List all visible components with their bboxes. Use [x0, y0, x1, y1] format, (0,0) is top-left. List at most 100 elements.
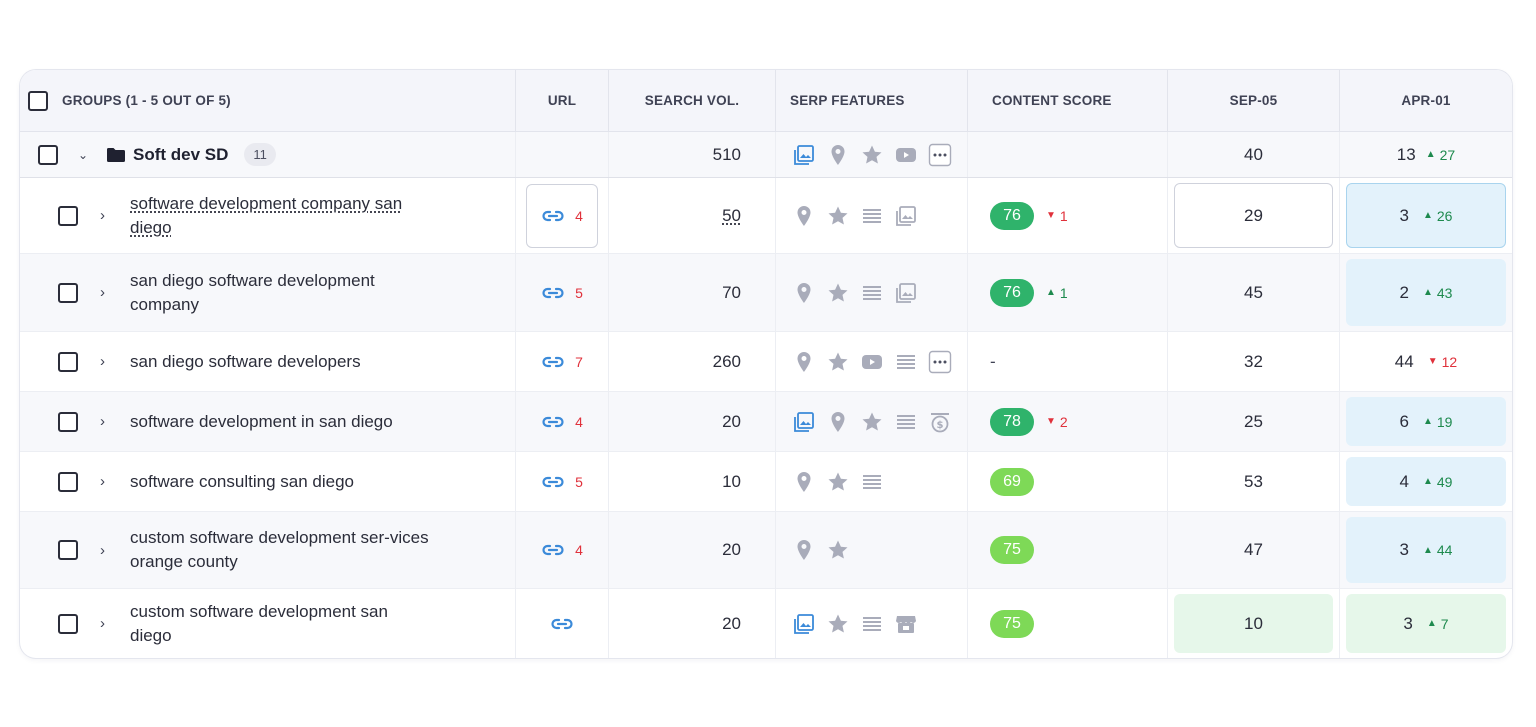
chevron-right-icon[interactable]: ›: [100, 615, 114, 632]
more-icon[interactable]: [928, 350, 952, 374]
content-score-cell: 69: [968, 452, 1168, 511]
apr-rank-delta-value: 7: [1440, 615, 1449, 632]
url-count: 4: [575, 542, 583, 558]
table-row[interactable]: › software consulting san diego 5 10 69 53 4 ▲ 4…: [20, 452, 1512, 512]
link-icon: [541, 538, 565, 562]
url-link[interactable]: 5: [541, 281, 583, 305]
row-checkbox[interactable]: [58, 351, 78, 372]
select-all-checkbox[interactable]: [28, 90, 48, 111]
table-row[interactable]: › san diego software development company 5…: [20, 254, 1512, 332]
row-checkbox[interactable]: [58, 540, 78, 560]
content-score-badge[interactable]: 75: [990, 609, 1034, 638]
content-score-badge[interactable]: 78: [990, 407, 1034, 436]
url-link[interactable]: 4: [526, 183, 598, 248]
apr-rank[interactable]: 4 ▲ 49: [1346, 457, 1506, 506]
apr-rank[interactable]: 6 ▲ 19: [1346, 397, 1506, 446]
location-pin-icon: [826, 410, 850, 434]
url-cell: 7: [516, 332, 609, 391]
row-checkbox[interactable]: [58, 205, 78, 226]
search-vol-value: 260: [712, 351, 741, 371]
row-checkbox[interactable]: [58, 411, 78, 432]
keyword-text[interactable]: san diego software developers: [130, 350, 430, 374]
row-checkbox[interactable]: [58, 613, 78, 634]
keyword-text[interactable]: custom software development ser-vices or…: [130, 526, 430, 574]
keyword-text[interactable]: software development company san diego: [130, 192, 430, 240]
content-score-cell: 75: [968, 589, 1168, 658]
apr-rank-value: 2: [1399, 282, 1409, 302]
sep-rank[interactable]: 25: [1174, 397, 1333, 446]
url-link[interactable]: 5: [541, 470, 583, 494]
sep-rank[interactable]: 32: [1174, 337, 1333, 386]
row-checkbox[interactable]: [58, 471, 78, 492]
sep-rank-cell: 10: [1168, 589, 1340, 658]
header-search-vol[interactable]: SEARCH VOL.: [609, 70, 776, 131]
keyword-cell: › san diego software development company: [20, 254, 516, 331]
video-icon: [894, 143, 918, 167]
search-vol-value: 70: [722, 282, 741, 302]
more-icon[interactable]: [928, 143, 952, 167]
triangle-up-icon: ▲: [1426, 618, 1437, 629]
group-row[interactable]: ⌄ Soft dev SD 11 510 40 13 ▲ 27: [20, 132, 1512, 178]
chevron-right-icon[interactable]: ›: [100, 284, 114, 301]
sep-rank[interactable]: 47: [1174, 517, 1333, 583]
chevron-right-icon[interactable]: ›: [100, 353, 114, 370]
apr-rank[interactable]: 3 ▲ 26: [1346, 183, 1506, 248]
chevron-right-icon[interactable]: ›: [100, 413, 114, 430]
header-apr[interactable]: APR-01: [1340, 70, 1512, 131]
keyword-cell: › custom software development san diego: [20, 589, 516, 658]
url-link[interactable]: 4: [541, 410, 583, 434]
table-row[interactable]: › san diego software developers 7 260 - 32 44 ▼…: [20, 332, 1512, 392]
sep-rank-cell: 29: [1168, 178, 1340, 253]
sep-rank-value: 25: [1244, 411, 1263, 431]
apr-rank-value: 3: [1399, 540, 1409, 559]
search-vol-value[interactable]: 50: [722, 206, 741, 226]
apr-rank-delta: ▲ 43: [1423, 285, 1452, 301]
group-checkbox[interactable]: [38, 144, 58, 165]
header-groups-label[interactable]: GROUPS (1 - 5 OUT OF 5): [62, 93, 231, 108]
header-url[interactable]: URL: [516, 70, 609, 131]
keyword-text[interactable]: san diego software development company: [130, 269, 430, 317]
apr-rank[interactable]: 2 ▲ 43: [1346, 259, 1506, 326]
table-row[interactable]: › software development company san diego 4…: [20, 178, 1512, 254]
sep-rank[interactable]: 45: [1174, 259, 1333, 326]
chevron-down-icon[interactable]: ⌄: [78, 148, 92, 162]
sep-rank-cell: 25: [1168, 392, 1340, 451]
apr-rank[interactable]: 44 ▼ 12: [1346, 337, 1506, 386]
apr-rank-value: 44: [1394, 351, 1414, 371]
url-link[interactable]: [550, 612, 574, 636]
keyword-text[interactable]: software consulting san diego: [130, 470, 430, 494]
apr-rank[interactable]: 3 ▲ 44: [1346, 517, 1506, 583]
row-checkbox[interactable]: [58, 282, 78, 303]
image-pack-icon: [792, 410, 816, 434]
chevron-right-icon[interactable]: ›: [100, 542, 114, 559]
table-row[interactable]: › software development in san diego 4 20 78 ▼…: [20, 392, 1512, 452]
location-pin-icon: [792, 204, 816, 228]
table-row[interactable]: › custom software development san diego 20…: [20, 589, 1512, 658]
url-link[interactable]: 7: [541, 350, 583, 374]
serp-features-cell: [776, 254, 968, 331]
content-score-cell: -: [968, 332, 1168, 391]
sep-rank[interactable]: 10: [1174, 594, 1333, 653]
table-row[interactable]: › custom software development ser-vices o…: [20, 512, 1512, 589]
list-icon: [860, 281, 884, 305]
apr-rank-delta: ▼ 12: [1428, 354, 1457, 370]
url-link[interactable]: 4: [541, 538, 583, 562]
chevron-right-icon[interactable]: ›: [100, 473, 114, 490]
sep-rank[interactable]: 53: [1174, 457, 1333, 506]
header-content-score[interactable]: CONTENT SCORE: [968, 70, 1168, 131]
header-serp-features[interactable]: SERP FEATURES: [776, 70, 968, 131]
content-score-badge[interactable]: 69: [990, 467, 1034, 496]
content-score-badge[interactable]: 76: [990, 278, 1034, 307]
content-score-badge[interactable]: 76: [990, 201, 1034, 230]
keyword-text[interactable]: custom software development san diego: [130, 600, 430, 648]
content-score-badge[interactable]: 75: [990, 536, 1034, 564]
keyword-text[interactable]: software development in san diego: [130, 410, 430, 434]
triangle-down-icon: ▼: [1427, 356, 1438, 367]
group-name[interactable]: Soft dev SD: [133, 145, 228, 165]
link-icon: [541, 281, 565, 305]
header-sep[interactable]: SEP-05: [1168, 70, 1340, 131]
sep-rank[interactable]: 29: [1174, 183, 1333, 248]
apr-rank-delta: ▲ 44: [1423, 542, 1452, 558]
apr-rank[interactable]: 3 ▲ 7: [1346, 594, 1506, 653]
chevron-right-icon[interactable]: ›: [100, 207, 114, 224]
